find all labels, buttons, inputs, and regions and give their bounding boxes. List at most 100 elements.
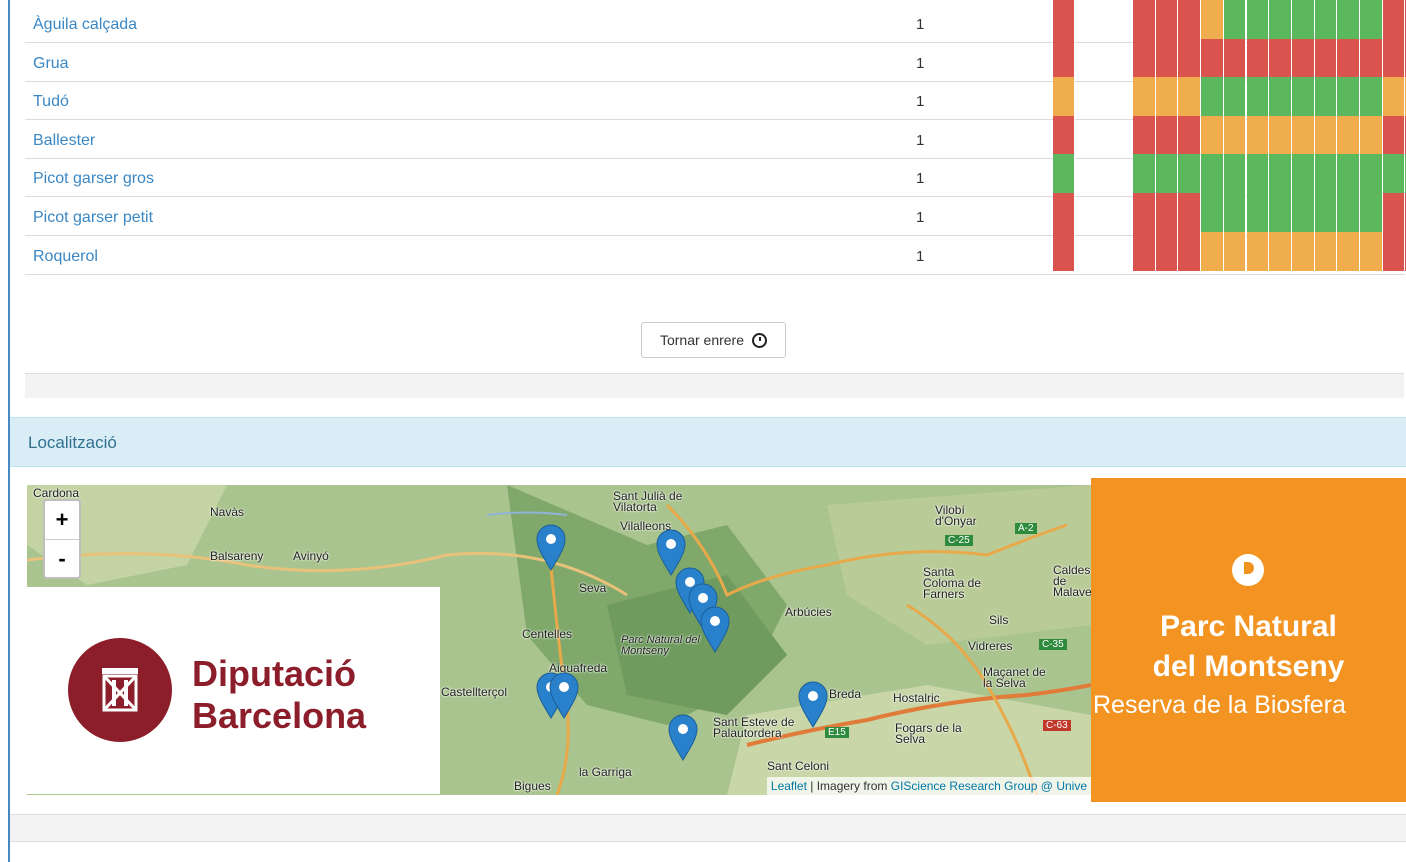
map-attribution: Leaflet | Imagery from GIScience Researc…	[766, 777, 1091, 795]
map-place-label: Vidreres	[968, 639, 1013, 653]
status-cell	[1053, 77, 1075, 117]
species-link[interactable]: Picot garser gros	[33, 170, 154, 188]
zoom-in-button[interactable]: +	[45, 501, 79, 539]
month-cell	[1178, 0, 1202, 39]
month-cell	[1155, 154, 1179, 194]
month-cell	[1133, 193, 1156, 232]
month-cell	[1155, 193, 1179, 232]
month-cell	[1201, 38, 1224, 78]
status-cell	[1053, 115, 1075, 155]
month-cell	[1223, 231, 1247, 271]
month-cell	[1291, 231, 1315, 271]
month-cell	[1246, 231, 1270, 271]
map-marker-icon[interactable]	[549, 672, 579, 720]
month-cell	[1382, 38, 1406, 78]
map-place-label: Parc Natural del Montseny	[621, 634, 700, 657]
month-cell	[1246, 38, 1270, 78]
month-cell	[1246, 154, 1270, 194]
month-cell	[1291, 77, 1315, 117]
month-cell	[1178, 231, 1202, 271]
month-cell	[1178, 115, 1202, 155]
month-cell	[1133, 38, 1156, 78]
map-place-label: Bigues	[514, 779, 551, 793]
month-cell	[1133, 77, 1156, 117]
map-place-label: Cardona	[33, 486, 80, 500]
month-cell	[1314, 115, 1338, 155]
species-row: Tudó 1	[25, 77, 1406, 121]
month-cell	[1201, 77, 1224, 117]
map-marker-icon[interactable]	[798, 681, 828, 729]
month-cell	[1133, 115, 1156, 155]
month-cell	[1360, 38, 1383, 78]
month-cell	[1337, 77, 1360, 117]
month-cell	[1360, 0, 1383, 39]
month-cell	[1314, 193, 1338, 232]
month-cell	[1382, 77, 1406, 117]
month-cell	[1269, 231, 1292, 271]
map-place-label: Maçanet de la Selva	[983, 665, 1046, 690]
species-link[interactable]: Tudó	[33, 93, 69, 111]
panel-footer-bottom	[10, 814, 1406, 842]
month-cell	[1337, 193, 1360, 232]
month-cell	[1382, 231, 1406, 271]
status-cell	[1053, 0, 1075, 39]
month-cell	[1269, 77, 1292, 117]
road-shield: C-25	[945, 535, 973, 546]
back-button-label: Tornar enrere	[659, 332, 745, 348]
map-place-label: Arbúcies	[785, 605, 832, 619]
status-cell	[1053, 193, 1075, 232]
month-cell	[1246, 115, 1270, 155]
species-row: Grua 1	[25, 38, 1406, 82]
map-place-label: Avinyó	[293, 549, 329, 563]
species-link[interactable]: Picot garser petit	[33, 209, 153, 227]
zoom-control: + -	[43, 499, 81, 579]
imagery-source-link[interactable]: GIScience Research Group @ Unive	[891, 779, 1087, 793]
month-cell	[1360, 154, 1383, 194]
diputacio-text-line1: Diputació	[192, 653, 357, 694]
status-cell	[1053, 231, 1075, 271]
species-link[interactable]: Roquerol	[33, 248, 98, 266]
map-marker-icon[interactable]	[536, 524, 566, 572]
parc-natural-montseny-logo: Parc Natural del Montseny Reserva de la …	[1091, 478, 1406, 802]
zoom-out-button[interactable]: -	[45, 539, 79, 578]
species-link[interactable]: Grua	[33, 55, 69, 73]
panel-footer	[25, 373, 1404, 398]
month-cell	[1201, 115, 1224, 155]
month-cell	[1337, 0, 1360, 39]
month-cell	[1269, 38, 1292, 78]
month-cell	[1337, 115, 1360, 155]
month-cell	[1133, 0, 1156, 39]
map-place-label: Sant Celoni	[767, 759, 830, 773]
month-cell	[1291, 115, 1315, 155]
month-cell	[1360, 231, 1383, 271]
status-cell	[1053, 38, 1075, 78]
diputacio-seal-icon	[68, 638, 172, 742]
month-cell	[1291, 0, 1315, 39]
month-cell	[1246, 0, 1270, 39]
map-place-label: Breda	[829, 687, 862, 701]
month-cell	[1155, 231, 1179, 271]
leaflet-link[interactable]: Leaflet	[771, 779, 807, 793]
month-cell	[1269, 115, 1292, 155]
month-cell	[1223, 115, 1247, 155]
month-cell	[1223, 193, 1247, 232]
month-cell	[1155, 115, 1179, 155]
species-count: 1	[916, 16, 925, 33]
road-shield: E15	[825, 727, 849, 738]
species-count: 1	[916, 247, 925, 265]
parc-text-line3: Reserva de la Biosfera	[1093, 691, 1346, 719]
map-marker-icon[interactable]	[700, 606, 730, 654]
map-place-label: Sils	[989, 613, 1009, 627]
map-place-label: Sant Julià de Vilatorta	[613, 489, 683, 514]
map-place-label: Navàs	[210, 505, 245, 519]
parc-text-line2: del Montseny	[1152, 650, 1345, 683]
month-cell	[1314, 0, 1338, 39]
species-count: 1	[916, 209, 925, 226]
map-marker-icon[interactable]	[668, 714, 698, 762]
species-count: 1	[916, 131, 925, 149]
month-cell	[1246, 193, 1270, 232]
species-link[interactable]: Ballester	[33, 132, 95, 150]
back-button[interactable]: Tornar enrere	[641, 322, 786, 358]
species-link[interactable]: Àguila calçada	[33, 16, 137, 34]
month-cell	[1337, 154, 1360, 194]
